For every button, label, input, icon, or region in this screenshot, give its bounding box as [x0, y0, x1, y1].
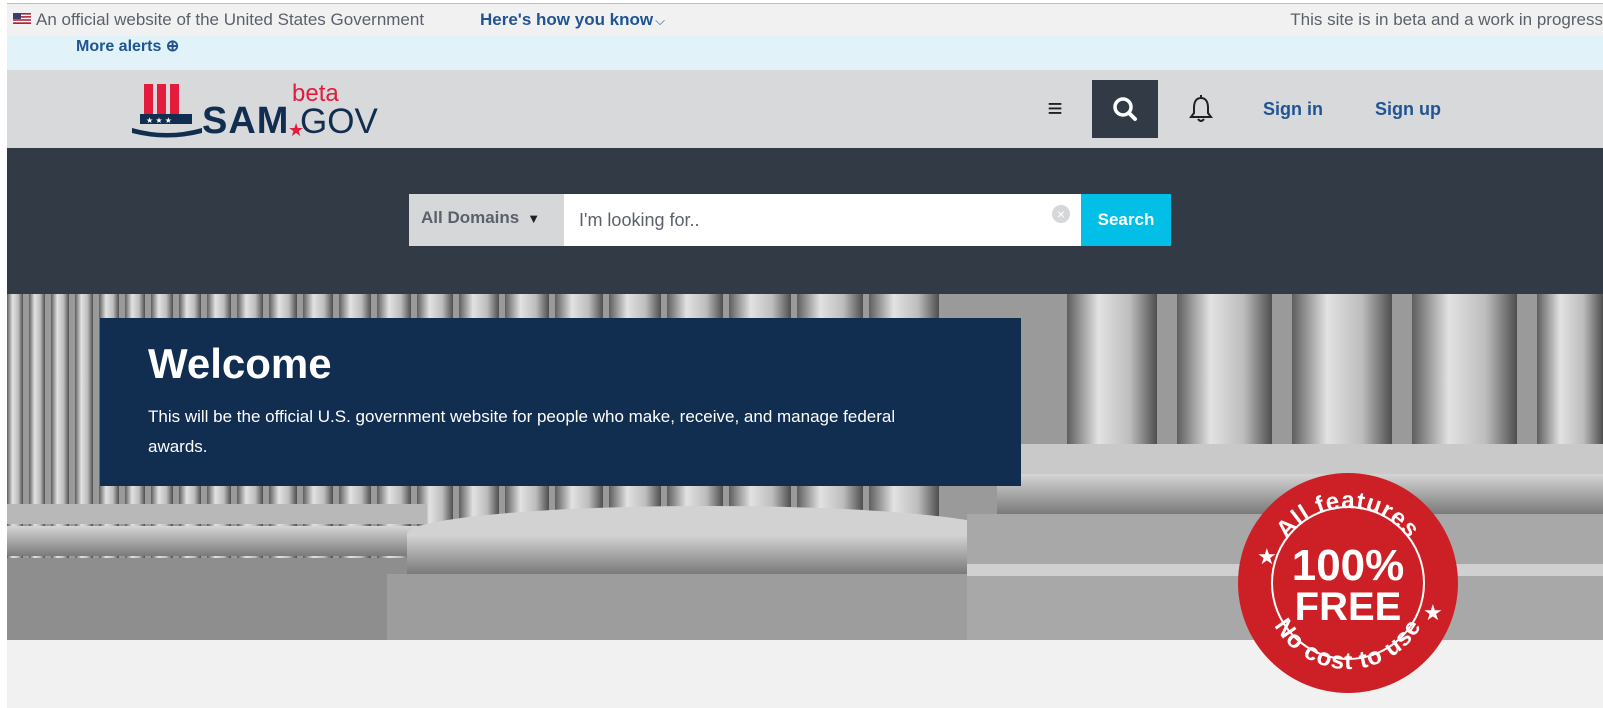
svg-text:★ ★ ★: ★ ★ ★ [146, 116, 172, 125]
notifications-button[interactable] [1187, 94, 1215, 124]
header-search-button[interactable] [1092, 80, 1158, 138]
badge-free: FREE [1295, 585, 1402, 629]
search-icon [1113, 97, 1137, 121]
official-site-text: An official website of the United States… [36, 10, 425, 29]
how-you-know-label: Here's how you know [480, 10, 654, 29]
sign-up-link[interactable]: Sign up [1375, 99, 1441, 120]
site-header: ★ ★ ★ SAM ★ beta GOV ≡ Sign in Sign up [7, 70, 1603, 148]
sam-gov-logo[interactable]: ★ ★ ★ SAM ★ beta GOV [132, 80, 392, 142]
alerts-bar: More alerts ⊕ [7, 36, 1603, 70]
welcome-panel: Welcome This will be the official U.S. g… [100, 318, 1021, 486]
left-edge [0, 0, 7, 708]
chevron-down-icon: ▼ [527, 211, 541, 226]
clear-search-icon[interactable]: × [1052, 205, 1070, 223]
domain-select[interactable]: All Domains ▼ [409, 194, 564, 246]
chevron-down-icon: ⌵ [655, 13, 665, 28]
badge-graphic: All features No cost to use 100% FREE ★ … [1238, 473, 1458, 693]
logo-gov-text: GOV [300, 102, 378, 141]
welcome-description: This will be the official U.S. governmen… [148, 407, 896, 456]
welcome-title: Welcome [148, 340, 332, 387]
bell-icon [1189, 95, 1213, 122]
uncle-sam-hat-icon: ★ ★ ★ [132, 84, 202, 138]
search-band: All Domains ▼ × Search [7, 148, 1603, 294]
beta-notice: This site is in beta and a work in progr… [1290, 10, 1603, 29]
badge-star-left-icon: ★ [1257, 544, 1277, 569]
menu-icon[interactable]: ≡ [1043, 92, 1067, 124]
logo-sam-text: SAM [202, 100, 290, 142]
us-flag-icon [13, 13, 31, 24]
badge-percent: 100% [1292, 541, 1405, 590]
free-badge: All features No cost to use 100% FREE ★ … [1235, 470, 1461, 696]
more-alerts-link[interactable]: More alerts ⊕ [76, 36, 179, 56]
domain-select-label: All Domains [421, 208, 520, 227]
gov-banner: An official website of the United States… [7, 4, 1603, 36]
how-you-know-link[interactable]: Here's how you know ⌵ [480, 10, 665, 30]
search-input[interactable] [564, 194, 1081, 246]
sign-in-link[interactable]: Sign in [1263, 99, 1323, 120]
badge-star-right-icon: ★ [1423, 600, 1443, 625]
search-submit-button[interactable]: Search [1081, 194, 1171, 246]
